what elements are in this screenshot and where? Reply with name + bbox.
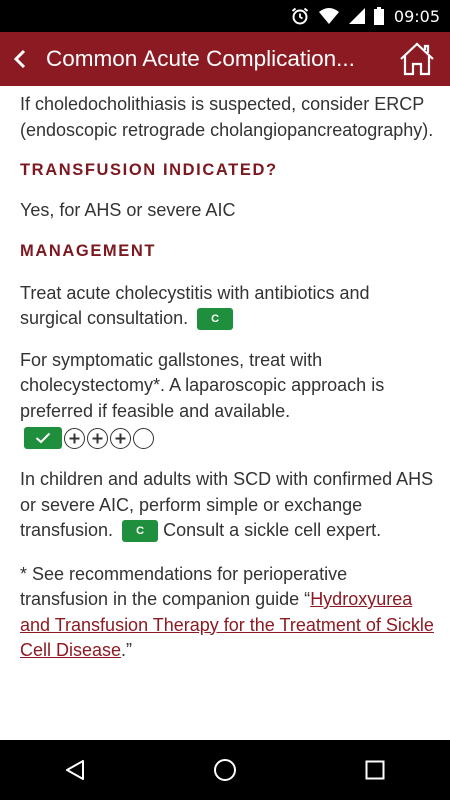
plus-circle-icon	[110, 427, 131, 449]
battery-icon	[373, 7, 384, 25]
nav-back-icon	[66, 760, 84, 780]
page-title: Common Acute Complication...	[46, 46, 355, 71]
wifi-icon	[318, 8, 339, 24]
evidence-badge[interactable]: C	[122, 520, 159, 543]
management-text: Treat acute cholecystitis with antibioti…	[20, 282, 370, 329]
footnote-end: .”	[121, 640, 133, 660]
nav-recents-button[interactable]	[345, 740, 405, 800]
transfusion-text: Yes, for AHS or severe AIC	[20, 199, 236, 220]
status-bar: 09:05	[0, 0, 450, 32]
management-item: Treat acute cholecystitis with antibioti…	[20, 281, 435, 332]
back-button[interactable]	[2, 32, 38, 86]
app-bar: Common Acute Complication...	[0, 32, 450, 86]
plus-circle-icon	[87, 427, 108, 449]
evidence-badge[interactable]: C	[197, 308, 234, 331]
home-icon	[400, 42, 434, 76]
alarm-icon	[291, 7, 309, 25]
plus-circle-icon	[64, 427, 85, 449]
transfusion-heading: TRANSFUSION INDICATED?	[20, 161, 278, 179]
nav-home-icon	[214, 759, 236, 781]
management-text: Consult a sickle cell expert.	[163, 520, 382, 540]
rating-filled	[24, 427, 62, 449]
home-button[interactable]	[394, 36, 440, 82]
management-text: For symptomatic gallstones, treat with c…	[20, 349, 385, 421]
nav-bar	[0, 740, 450, 800]
footnote: * See recommendations for perioperative …	[20, 562, 435, 664]
management-item: In children and adults with SCD with con…	[20, 467, 435, 544]
content-area[interactable]: If choledocholithiasis is suspected, con…	[20, 86, 435, 740]
signal-icon	[348, 8, 365, 24]
management-heading: MANAGEMENT	[20, 242, 157, 260]
evidence-rating[interactable]	[20, 427, 435, 449]
nav-home-button[interactable]	[195, 740, 255, 800]
status-time: 09:05	[393, 6, 440, 26]
back-arrow-icon	[13, 49, 26, 69]
nav-back-button[interactable]	[45, 740, 105, 800]
empty-circle-icon	[133, 427, 154, 449]
nav-recents-icon	[365, 760, 385, 780]
check-icon	[35, 432, 51, 444]
intro-paragraph: If choledocholithiasis is suspected, con…	[20, 94, 434, 140]
footnote-text: * See recommendations for perioperative …	[20, 563, 348, 610]
management-item: For symptomatic gallstones, treat with c…	[20, 348, 435, 425]
